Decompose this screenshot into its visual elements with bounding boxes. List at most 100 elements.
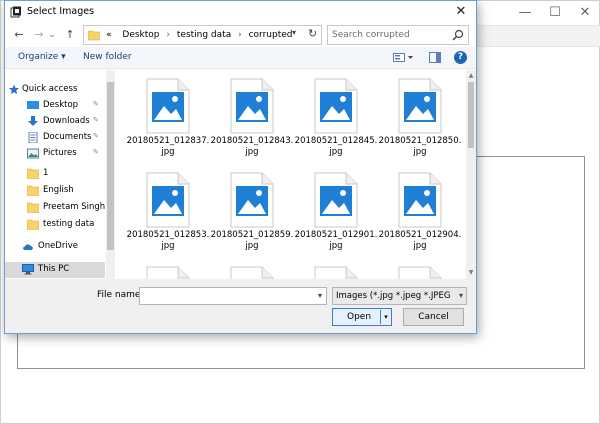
file-list: 20180521_012837. jpg 20180521_012843. jpg … <box>116 70 476 279</box>
sidebar-item-testing-data[interactable]: testing data <box>5 217 105 233</box>
sidebar-item-1[interactable]: 1 <box>5 166 105 182</box>
up-button[interactable]: ↑ <box>62 27 78 43</box>
sidebar-item-this-pc[interactable]: This PC <box>5 262 105 278</box>
file-type-filter-value: Images (*.jpg *.jpeg *.JPEG *.JPG <box>336 291 452 301</box>
search-box[interactable] <box>327 25 469 45</box>
file-item[interactable]: 20180521_012845. jpg <box>294 72 377 162</box>
open-options-dropdown[interactable]: ▾ <box>380 310 391 324</box>
image-file-icon <box>146 78 190 134</box>
preview-pane-icon[interactable] <box>429 52 441 63</box>
minimize-button[interactable]: — <box>515 3 535 23</box>
chevron-down-icon[interactable]: ▾ <box>459 291 463 300</box>
folder-icon <box>88 30 100 41</box>
image-file-icon <box>398 78 442 134</box>
breadcrumb-prefix[interactable]: « <box>106 30 112 40</box>
sidebar-item-downloads[interactable]: Downloads ✎ <box>5 114 105 130</box>
file-item[interactable]: 20180521_012853. jpg <box>126 166 209 256</box>
back-button[interactable]: ← <box>11 27 27 43</box>
nav-pane-scroll-thumb[interactable] <box>107 82 114 250</box>
image-file-icon <box>230 172 274 228</box>
desktop-icon <box>27 101 39 109</box>
breadcrumb: « Desktop › testing data › corrupted <box>106 30 293 40</box>
file-name-label: File name: <box>97 290 144 300</box>
sidebar-item-quick-access[interactable]: Quick access <box>5 82 105 98</box>
organize-button[interactable]: Organize ▾ <box>18 52 66 62</box>
navigation-bar: ← → ⌄ ↑ « Desktop › testing data › corru… <box>5 24 476 46</box>
computer-icon <box>22 264 34 275</box>
file-item[interactable]: 20180521_012859. jpg <box>210 166 293 256</box>
file-list-scroll-thumb[interactable] <box>468 82 474 148</box>
file-item[interactable]: 20180521_012904. jpg <box>378 166 461 256</box>
cancel-button[interactable]: Cancel <box>403 308 464 326</box>
forward-button[interactable]: → <box>31 27 47 43</box>
file-name: 20180521_012845. jpg <box>294 136 378 157</box>
background-toolbar <box>477 25 600 47</box>
file-item[interactable] <box>210 260 290 279</box>
sidebar-item-preetam-singh[interactable]: Preetam Singh <box>5 200 105 216</box>
dialog-close-button[interactable]: ✕ <box>452 3 470 21</box>
file-name: 20180521_012850. jpg <box>378 136 462 157</box>
nav-pane-scrollbar[interactable] <box>106 70 115 279</box>
image-file-icon <box>230 78 274 134</box>
chevron-down-icon[interactable]: ▾ <box>292 28 296 37</box>
file-name: 20180521_012859. jpg <box>210 230 294 251</box>
maximize-button[interactable]: ☐ <box>545 3 565 23</box>
file-list-scrollbar[interactable]: ▲ ▼ <box>466 70 476 279</box>
dialog-titlebar: Select Images ✕ <box>5 1 476 23</box>
file-item[interactable]: 20180521_012837. jpg <box>126 72 209 162</box>
new-folder-button[interactable]: New folder <box>83 52 132 62</box>
open-button-label: Open <box>347 312 372 322</box>
file-name: 20180521_012837. jpg <box>126 136 210 157</box>
file-name: 20180521_012843. jpg <box>210 136 294 157</box>
image-file-icon <box>146 172 190 228</box>
chevron-down-icon[interactable]: ▾ <box>318 291 322 300</box>
folder-icon <box>27 168 39 179</box>
breadcrumb-item-testing-data[interactable]: testing data <box>177 30 231 40</box>
select-images-dialog: Select Images ✕ ← → ⌄ ↑ « Desktop › test… <box>4 0 477 334</box>
pin-icon: ✎ <box>93 116 99 124</box>
pin-icon: ✎ <box>93 132 99 140</box>
file-item[interactable] <box>378 260 458 279</box>
file-type-filter-select[interactable]: Images (*.jpg *.jpeg *.JPEG *.JPG ▾ <box>332 287 467 305</box>
recent-locations-button[interactable]: ⌄ <box>47 27 57 43</box>
search-input[interactable] <box>332 28 450 42</box>
image-file-icon <box>314 266 358 279</box>
pictures-icon <box>27 148 39 159</box>
breadcrumb-item-corrupted[interactable]: corrupted <box>249 30 293 40</box>
refresh-button[interactable]: ↻ <box>308 27 317 40</box>
scroll-down-arrow[interactable]: ▼ <box>467 269 475 277</box>
image-file-icon <box>398 266 442 279</box>
file-name-input[interactable]: ▾ <box>139 287 327 305</box>
sidebar-item-onedrive[interactable]: OneDrive <box>5 239 105 255</box>
sidebar-item-desktop[interactable]: Desktop ✎ <box>5 98 105 114</box>
file-item[interactable] <box>126 260 206 279</box>
dialog-footer: File name: ▾ Images (*.jpg *.jpeg *.JPEG… <box>5 279 476 333</box>
file-item[interactable]: 20180521_012850. jpg <box>378 72 461 162</box>
change-view-icon[interactable] <box>393 52 415 64</box>
folder-icon <box>27 185 39 196</box>
file-item[interactable]: 20180521_012901. jpg <box>294 166 377 256</box>
open-button[interactable]: Open ▾ <box>332 308 392 326</box>
star-icon <box>8 84 20 95</box>
pin-icon: ✎ <box>93 148 99 156</box>
help-icon[interactable]: ? <box>454 51 467 64</box>
search-icon[interactable] <box>452 29 464 41</box>
image-file-icon <box>230 266 274 279</box>
file-name: 20180521_012904. jpg <box>378 230 462 251</box>
scroll-up-arrow[interactable]: ▲ <box>467 72 475 80</box>
breadcrumb-item-desktop[interactable]: Desktop <box>122 30 159 40</box>
sidebar-item-pictures[interactable]: Pictures ✎ <box>5 146 105 162</box>
file-item[interactable] <box>294 260 374 279</box>
command-bar: Organize ▾ New folder ? <box>5 47 476 69</box>
sidebar-item-english[interactable]: English <box>5 183 105 199</box>
sidebar-item-documents[interactable]: Documents ✎ <box>5 130 105 146</box>
file-name: 20180521_012853. jpg <box>126 230 210 251</box>
download-icon <box>28 116 38 126</box>
close-app-button[interactable]: ✕ <box>575 3 595 23</box>
background-titlebar: — ☐ ✕ <box>477 1 600 25</box>
file-item[interactable]: 20180521_012843. jpg <box>210 72 293 162</box>
documents-icon <box>28 132 38 143</box>
dialog-title: Select Images <box>27 6 95 17</box>
address-bar[interactable]: « Desktop › testing data › corrupted ▾ ↻ <box>83 25 322 45</box>
file-open-icon <box>10 6 21 18</box>
